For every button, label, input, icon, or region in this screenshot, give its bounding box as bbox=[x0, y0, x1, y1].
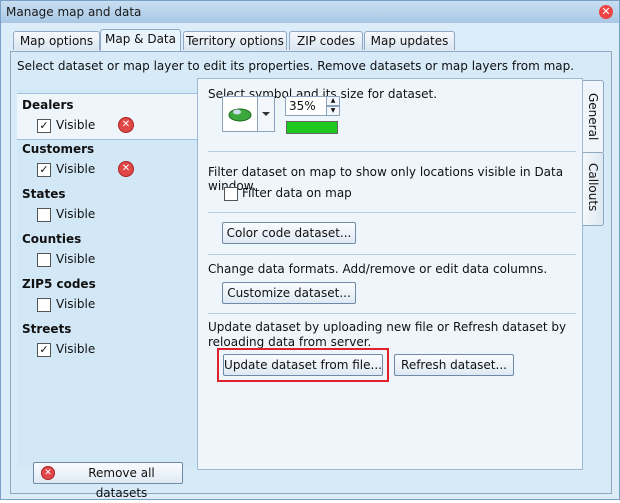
visible-checkbox[interactable] bbox=[37, 208, 51, 222]
symbol-picker[interactable] bbox=[222, 96, 258, 132]
update-dataset-button[interactable]: Update dataset from file... bbox=[223, 354, 383, 376]
filter-checkbox[interactable] bbox=[224, 187, 238, 201]
tab-map-data[interactable]: Map & Data bbox=[100, 29, 181, 51]
dialog-window: Manage map and data ✕ Map options Map & … bbox=[0, 0, 620, 500]
close-icon[interactable]: ✕ bbox=[599, 5, 613, 19]
layer-item-states[interactable]: States Visible bbox=[17, 183, 197, 228]
tab-map-options[interactable]: Map options bbox=[13, 31, 100, 50]
tab-content: Select dataset or map layer to edit its … bbox=[10, 51, 612, 500]
update-section-text-2: reloading data from server. bbox=[208, 335, 372, 349]
layer-item-streets[interactable]: Streets ✓ Visible bbox=[17, 318, 197, 363]
layer-item-counties[interactable]: Counties Visible bbox=[17, 228, 197, 273]
divider bbox=[208, 212, 576, 213]
layer-list[interactable]: Dealers ✓ Visible ✕ Customers ✓ Visible … bbox=[17, 89, 203, 468]
car-symbol-icon bbox=[228, 108, 252, 122]
tab-map-updates[interactable]: Map updates bbox=[364, 31, 455, 50]
filter-checkbox-label: Filter data on map bbox=[242, 186, 352, 200]
refresh-dataset-button[interactable]: Refresh dataset... bbox=[394, 354, 514, 376]
size-spin-up[interactable]: ▲ bbox=[326, 96, 340, 106]
visible-checkbox[interactable] bbox=[37, 253, 51, 267]
visible-label: Visible bbox=[56, 207, 96, 221]
layer-item-customers[interactable]: Customers ✓ Visible ✕ bbox=[17, 138, 197, 183]
visible-label: Visible bbox=[56, 297, 96, 311]
layer-name: Counties bbox=[22, 232, 82, 246]
layer-name: Streets bbox=[22, 322, 72, 336]
visible-checkbox[interactable]: ✓ bbox=[37, 119, 51, 133]
side-tab-label: General bbox=[586, 93, 600, 141]
layer-name: States bbox=[22, 187, 66, 201]
symbol-size-input[interactable]: 35% bbox=[285, 96, 328, 116]
remove-icon: ✕ bbox=[41, 466, 55, 480]
dataset-properties-panel: Select symbol and its size for dataset. … bbox=[197, 78, 583, 470]
color-picker[interactable] bbox=[286, 121, 338, 134]
tab-zip-codes[interactable]: ZIP codes bbox=[289, 31, 363, 50]
chevron-down-icon bbox=[262, 112, 270, 116]
side-tab-label: Callouts bbox=[586, 163, 600, 212]
size-spin-down[interactable]: ▼ bbox=[326, 106, 340, 116]
remove-icon[interactable]: ✕ bbox=[118, 161, 134, 177]
tab-territory-options[interactable]: Territory options bbox=[183, 31, 287, 50]
side-tab-callouts[interactable]: Callouts bbox=[583, 152, 604, 226]
visible-checkbox[interactable]: ✓ bbox=[37, 163, 51, 177]
symbol-dropdown-button[interactable] bbox=[257, 96, 275, 132]
title-bar: Manage map and data ✕ bbox=[1, 1, 619, 23]
layer-name: Customers bbox=[22, 142, 95, 156]
divider bbox=[208, 254, 576, 255]
visible-label: Visible bbox=[56, 162, 96, 176]
divider bbox=[208, 313, 576, 314]
side-tab-general[interactable]: General bbox=[583, 80, 604, 154]
visible-checkbox[interactable] bbox=[37, 298, 51, 312]
remove-all-label: Remove all datasets bbox=[88, 466, 155, 500]
visible-label: Visible bbox=[56, 342, 96, 356]
instructions-text: Select dataset or map layer to edit its … bbox=[17, 59, 575, 73]
visible-checkbox[interactable]: ✓ bbox=[37, 343, 51, 357]
divider bbox=[208, 151, 576, 152]
layer-name: Dealers bbox=[22, 98, 74, 112]
layer-name: ZIP5 codes bbox=[22, 277, 96, 291]
remove-all-datasets-button[interactable]: ✕ Remove all datasets bbox=[33, 462, 183, 500]
visible-label: Visible bbox=[56, 118, 96, 132]
layer-item-dealers[interactable]: Dealers ✓ Visible ✕ bbox=[17, 93, 203, 140]
formats-section-text: Change data formats. Add/remove or edit … bbox=[208, 262, 548, 276]
customize-dataset-button[interactable]: Customize dataset... bbox=[222, 282, 356, 304]
visible-label: Visible bbox=[56, 252, 96, 266]
layer-item-zip5-codes[interactable]: ZIP5 codes Visible bbox=[17, 273, 197, 318]
remove-icon[interactable]: ✕ bbox=[118, 117, 134, 133]
window-title: Manage map and data bbox=[6, 5, 142, 19]
update-section-text-1: Update dataset by uploading new file or … bbox=[208, 320, 567, 334]
color-code-button[interactable]: Color code dataset... bbox=[222, 222, 356, 244]
